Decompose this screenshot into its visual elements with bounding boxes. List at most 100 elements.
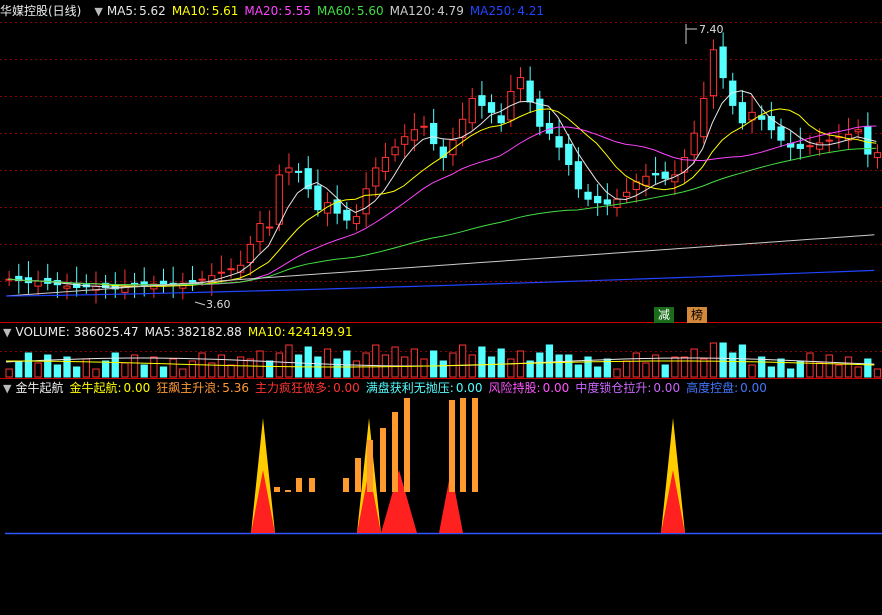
volume-bar: [487, 356, 496, 378]
volume-bar: [352, 360, 361, 378]
golden-bull-signal: [251, 418, 275, 533]
candle-body: [574, 161, 583, 190]
ma10-line: [7, 108, 877, 287]
chart-canvas[interactable]: 7.40 3.60: [0, 0, 882, 615]
surge-bar: [367, 440, 373, 492]
volume-bar: [835, 364, 843, 378]
candle-body: [352, 216, 361, 225]
volume-bar: [661, 364, 669, 378]
surge-bar: [355, 458, 361, 492]
volume-bar: [700, 358, 708, 378]
candle-body: [333, 199, 341, 214]
ma120-line: [5, 234, 875, 297]
indicator-value-0: 0.00: [123, 381, 151, 395]
candle-body: [82, 284, 90, 288]
candle-body: [304, 168, 312, 190]
volume-bar: [372, 344, 380, 378]
candle-body: [651, 173, 660, 176]
candle-body: [565, 143, 573, 165]
volume-bar: [584, 356, 592, 378]
candle-body: [748, 111, 756, 121]
indicator-label-2: 主力疯狂做多:: [255, 381, 332, 395]
surge-bar: [296, 478, 302, 492]
indicator-label-4: MA120:: [389, 4, 436, 18]
indicator-title[interactable]: 金牛起航: [15, 381, 63, 395]
volume-bar: [594, 366, 602, 378]
indicator-value-1: 5.36: [222, 381, 250, 395]
indicator-value-3: 5.60: [356, 4, 384, 18]
volume-bar: [787, 368, 795, 378]
candle-body: [381, 157, 390, 172]
candle-body: [111, 284, 119, 290]
dropdown-icon[interactable]: ▼: [3, 381, 11, 397]
candle-body: [410, 129, 419, 141]
candle-body: [536, 98, 544, 127]
candle-body: [179, 282, 187, 289]
volume-bar: [536, 352, 544, 378]
volume-bar: [738, 344, 747, 378]
candle-body: [169, 282, 177, 286]
volume-bar: [719, 342, 727, 378]
volume-bar: [5, 368, 13, 378]
volume-bar: [613, 368, 621, 378]
candle-body: [92, 285, 100, 291]
volume-bar: [246, 358, 254, 378]
candle-body: [584, 191, 592, 200]
volume-bar: [140, 364, 148, 378]
dropdown-icon[interactable]: ▼: [94, 4, 102, 20]
signal-badge-reduce[interactable]: 减: [654, 307, 674, 323]
volume-bar: [806, 352, 814, 378]
volume-bar: [285, 344, 293, 378]
candle-body: [555, 136, 563, 148]
volume-bar: [121, 362, 129, 378]
candle-body: [362, 188, 370, 215]
stock-title[interactable]: 华媒控股(日线): [0, 4, 81, 18]
pane-divider-1[interactable]: [0, 322, 882, 323]
candle-body: [140, 281, 148, 286]
indicator-label-1: MA10:: [171, 4, 210, 18]
candle-body: [516, 77, 525, 90]
volume-bar: [651, 354, 660, 378]
ma60-line: [7, 147, 877, 286]
volume-bar: [381, 354, 390, 378]
signal-badge-list[interactable]: 榜: [687, 307, 707, 323]
candle-body: [758, 115, 766, 120]
volume-bar: [92, 368, 100, 378]
volume-bar: [333, 358, 341, 378]
volume-bar: [34, 362, 42, 378]
indicator-pane-header: ▼ 金牛起航 金牛起航: 0.00 狂飙主升浪: 5.36 主力疯狂做多: 0.00 满盘获利无…: [0, 380, 779, 396]
volume-bar: [294, 354, 303, 378]
volume-bar: [767, 366, 775, 378]
candle-body: [256, 223, 264, 243]
candle-body: [594, 195, 602, 204]
volume-bar: [169, 358, 177, 378]
volume-bar: [565, 354, 573, 378]
surge-bar: [380, 428, 386, 492]
volume-bar: [188, 360, 197, 378]
volume-bar: [159, 366, 168, 378]
dropdown-icon[interactable]: ▼: [3, 325, 11, 341]
volume-bar: [758, 356, 766, 378]
candle-body: [700, 97, 708, 138]
volume-bar: [198, 352, 206, 378]
candle-body: [787, 143, 795, 148]
volume-bar: [63, 356, 71, 378]
pane-divider-2[interactable]: [0, 378, 882, 379]
volume-bar: [622, 360, 631, 378]
volume-bar: [343, 350, 351, 378]
candle-body: [815, 142, 824, 150]
volume-ma10-label: MA10:: [247, 325, 286, 339]
candle-body: [873, 152, 882, 159]
candle-body: [401, 136, 409, 145]
indicator-label-0: 金牛起航:: [69, 381, 122, 395]
volume-ma5-value: 382182.88: [176, 325, 242, 339]
candle-body: [275, 174, 283, 225]
candle-body: [73, 282, 81, 288]
volume-bar: [815, 362, 824, 378]
candle-body: [372, 167, 380, 187]
candle-body: [150, 283, 158, 290]
surge-bar: [404, 398, 410, 492]
candle-body: [266, 226, 274, 229]
indicator-label-2: MA20:: [244, 4, 283, 18]
volume-pane-header: ▼ VOLUME: 386025.47 MA5: 382182.88 MA10: 42414…: [0, 324, 359, 340]
